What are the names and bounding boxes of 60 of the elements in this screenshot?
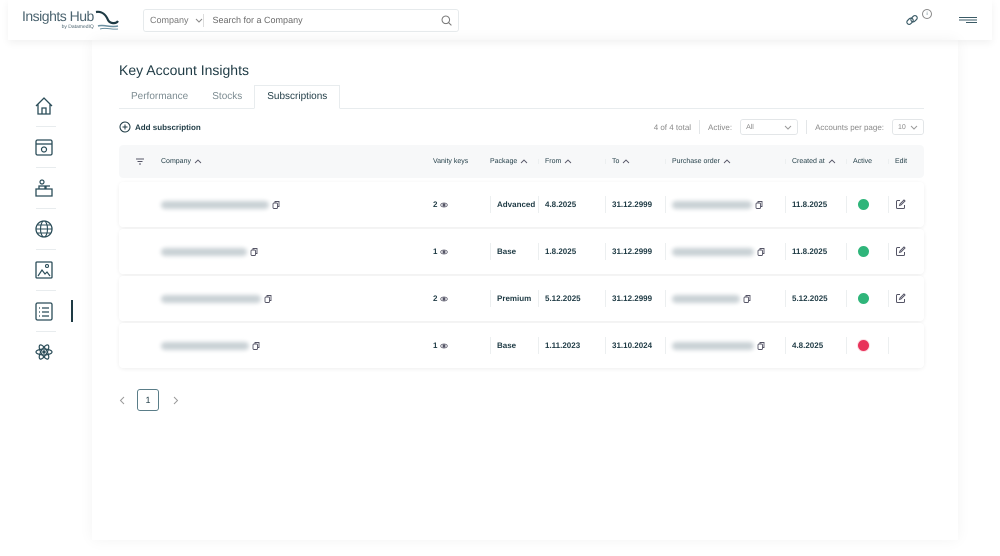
table-cell: 5.12.2025	[792, 294, 828, 303]
blurred-text	[672, 294, 740, 302]
person-at-desk-icon	[33, 177, 55, 199]
per-page-label: Accounts per page:	[815, 122, 884, 132]
table-cell: 31.12.2999	[612, 200, 652, 209]
globe-icon	[33, 218, 55, 240]
table-cell: 4.8.2025	[545, 200, 576, 209]
result-count: 4 of 4 total	[654, 122, 692, 132]
table-cell: 11.8.2025	[792, 200, 828, 209]
logo-title: Insights Hub	[22, 9, 94, 24]
table-cell: Premium	[497, 294, 532, 303]
filter-label: Active:	[708, 122, 732, 132]
copy-icon[interactable]	[757, 246, 765, 256]
image-gallery-icon	[33, 259, 55, 281]
table-cell: 31.10.2024	[612, 341, 652, 350]
table-cell: 1.11.2023	[545, 341, 580, 350]
table-cell: 4.8.2025	[792, 341, 824, 350]
table-cell: 5.12.2025	[545, 294, 581, 303]
plus-circle-icon	[119, 121, 131, 133]
vanity-key-count: 2	[433, 294, 438, 303]
table-cell: 11.8.2025	[792, 247, 828, 256]
copy-icon[interactable]	[264, 294, 272, 304]
link-icon[interactable]	[905, 13, 919, 27]
tab[interactable]: Performance	[119, 86, 200, 108]
page-title: Key Account Insights	[119, 62, 250, 80]
edit-icon[interactable]	[895, 199, 906, 210]
edit-icon[interactable]	[895, 293, 906, 304]
checklist-icon	[33, 300, 55, 322]
home-icon	[33, 95, 55, 117]
logo-swoosh-icon	[94, 9, 120, 31]
table-cell: 31.12.2999	[612, 247, 652, 256]
vanity-key-count: 1	[433, 341, 438, 350]
menu-icon[interactable]	[958, 16, 978, 24]
table-cell: 1.8.2025	[545, 247, 576, 256]
table-cell: Advanced	[497, 200, 536, 209]
table-cell: Base	[497, 341, 516, 350]
eye-icon[interactable]	[440, 296, 448, 302]
copy-icon[interactable]	[272, 200, 280, 210]
chevron-right-icon[interactable]	[173, 396, 179, 404]
copy-icon[interactable]	[252, 340, 260, 350]
chevron-left-icon[interactable]	[119, 396, 125, 404]
table-cell: 31.12.2999	[612, 294, 652, 303]
vanity-key-count: 1	[433, 247, 438, 256]
edit-icon[interactable]	[895, 246, 906, 257]
tab[interactable]: Subscriptions	[254, 85, 340, 109]
add-subscription-button[interactable]: Add subscription	[119, 121, 201, 133]
copy-icon[interactable]	[755, 200, 763, 210]
table-cell: Base	[497, 247, 516, 256]
copy-icon[interactable]	[757, 340, 765, 350]
chevron-down-icon	[910, 124, 918, 130]
copy-icon[interactable]	[743, 294, 751, 304]
tab[interactable]: Stocks	[200, 86, 254, 108]
chevron-down-icon	[784, 124, 792, 130]
eye-icon[interactable]	[440, 342, 448, 348]
copy-icon[interactable]	[250, 246, 258, 256]
vanity-key-count: 2	[433, 200, 438, 209]
eye-icon[interactable]	[440, 202, 448, 208]
filter-icon[interactable]	[135, 158, 145, 165]
eye-icon[interactable]	[440, 248, 448, 254]
page-button[interactable]: 1	[137, 389, 159, 411]
